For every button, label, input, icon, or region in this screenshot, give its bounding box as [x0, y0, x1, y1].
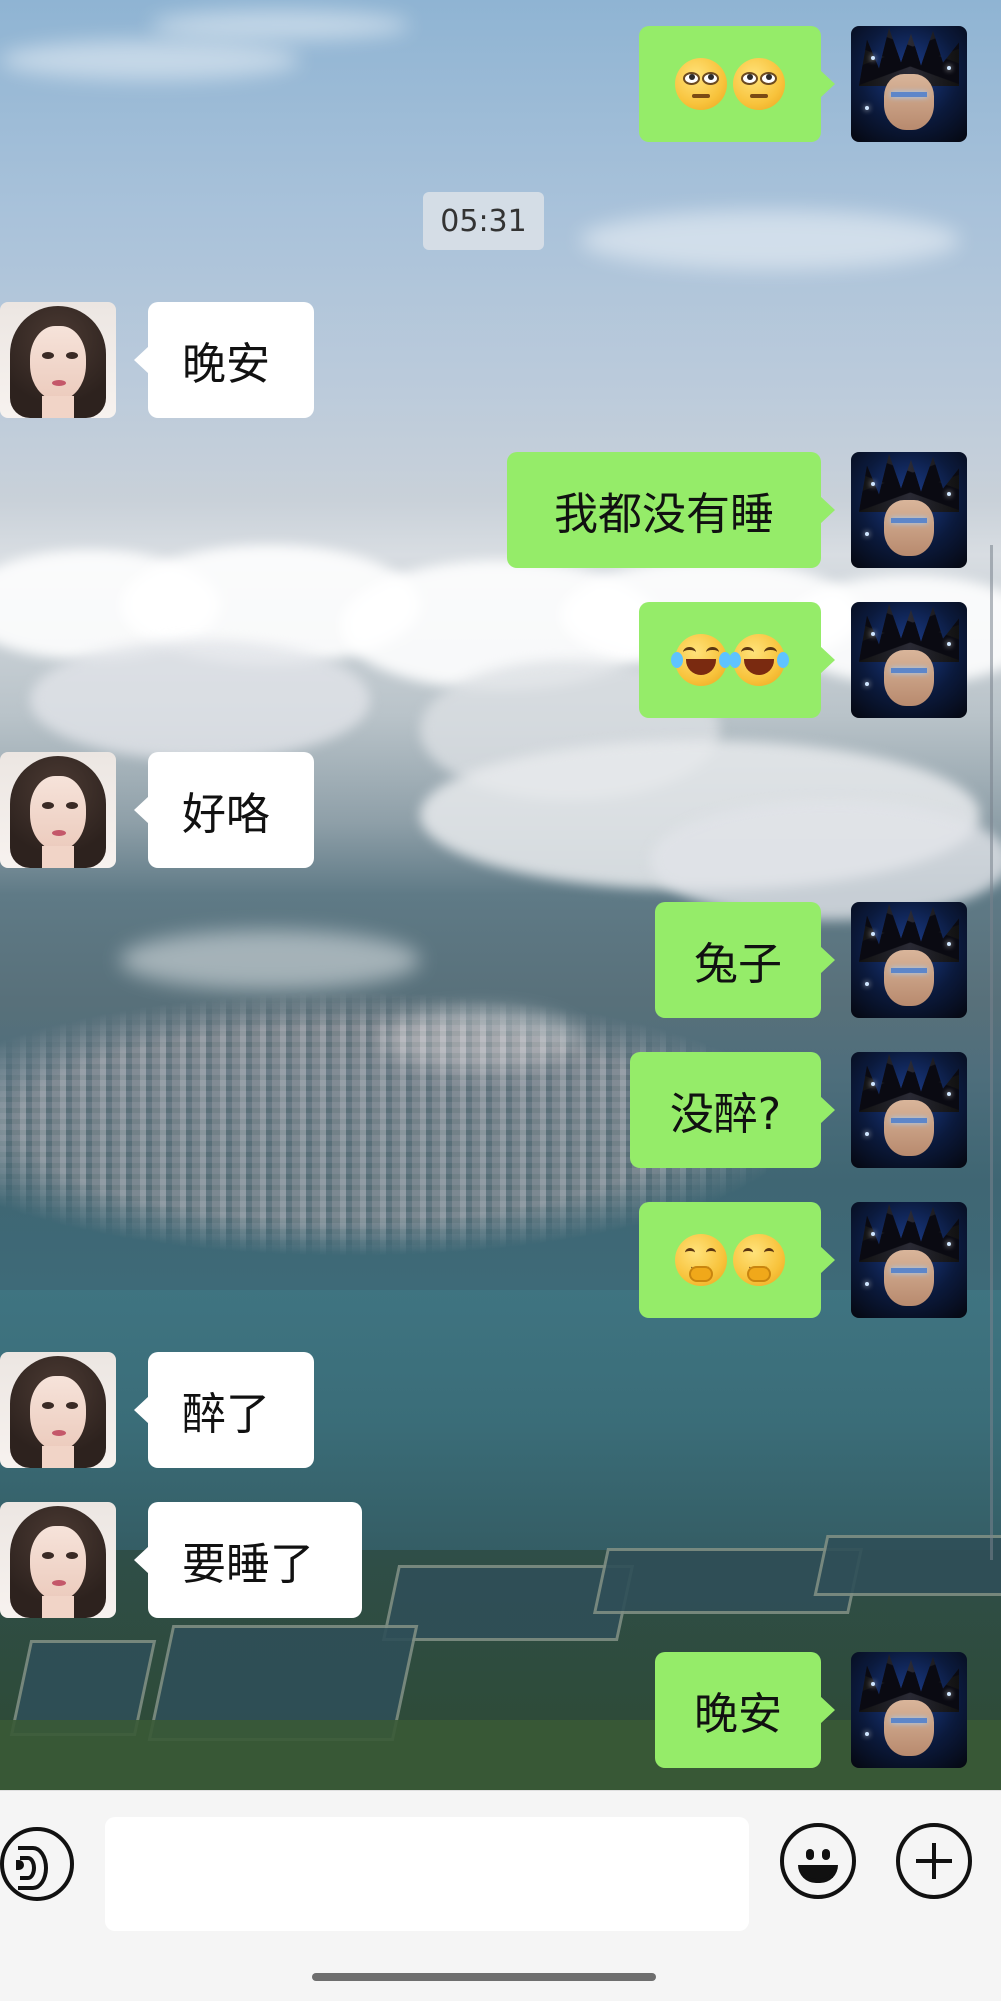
incoming-message-bubble[interactable]: 要睡了 [134, 1502, 362, 1618]
face-with-hand-over-mouth-icon [733, 1234, 785, 1286]
contact-avatar[interactable] [0, 1502, 116, 1618]
voice-icon[interactable] [0, 1827, 74, 1901]
face-with-rolling-eyes-icon [733, 58, 785, 110]
emoji-icon[interactable] [780, 1823, 856, 1899]
outgoing-message-bubble[interactable] [639, 26, 835, 142]
incoming-message-bubble[interactable]: 好咯 [134, 752, 314, 868]
contact-avatar[interactable] [0, 1352, 116, 1468]
my-avatar[interactable] [851, 1052, 967, 1168]
my-avatar[interactable] [851, 1202, 967, 1318]
my-avatar[interactable] [851, 26, 967, 142]
face-with-hand-over-mouth-icon [675, 1234, 727, 1286]
message-input[interactable] [105, 1817, 749, 1931]
outgoing-message-bubble[interactable] [639, 602, 835, 718]
contact-avatar[interactable] [0, 752, 116, 868]
outgoing-message-bubble[interactable]: 晚安 [655, 1652, 835, 1768]
message-input-bar [0, 1790, 1001, 2001]
face-with-tears-of-joy-icon [729, 634, 789, 686]
outgoing-message-bubble[interactable] [639, 1202, 835, 1318]
message-timestamp: 05:31 [423, 192, 544, 250]
plus-icon[interactable] [896, 1823, 972, 1899]
incoming-message-bubble[interactable]: 晚安 [134, 302, 314, 418]
outgoing-message-bubble[interactable]: 兔子 [655, 902, 835, 1018]
incoming-message-bubble[interactable]: 醉了 [134, 1352, 314, 1468]
my-avatar[interactable] [851, 452, 967, 568]
my-avatar[interactable] [851, 902, 967, 1018]
my-avatar[interactable] [851, 602, 967, 718]
face-with-rolling-eyes-icon [675, 58, 727, 110]
outgoing-message-bubble[interactable]: 我都没有睡 [507, 452, 835, 568]
my-avatar[interactable] [851, 1652, 967, 1768]
face-with-tears-of-joy-icon [671, 634, 731, 686]
outgoing-message-bubble[interactable]: 没醉? [630, 1052, 835, 1168]
home-indicator[interactable] [312, 1973, 656, 1981]
contact-avatar[interactable] [0, 302, 116, 418]
